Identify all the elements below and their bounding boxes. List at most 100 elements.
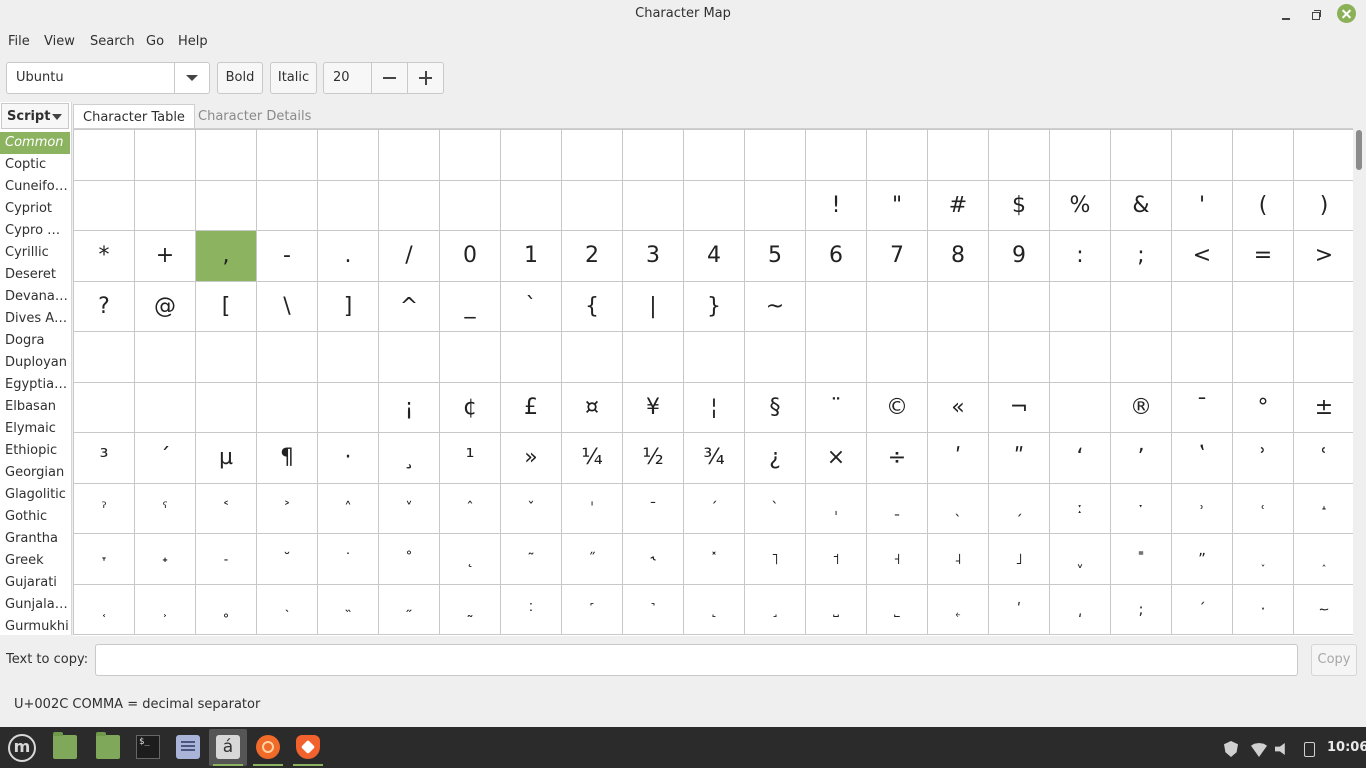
character-cell[interactable]: ˴	[257, 584, 318, 635]
terminal-button[interactable]	[129, 729, 167, 766]
character-cell[interactable]: *	[74, 231, 135, 282]
character-cell[interactable]: ˁ	[135, 483, 196, 534]
character-cell[interactable]: ¿	[745, 433, 806, 484]
character-cell[interactable]: ʽ	[1172, 433, 1233, 484]
character-cell[interactable]: $	[989, 180, 1050, 231]
character-cell[interactable]: ˕	[74, 534, 135, 585]
character-cell[interactable]	[440, 332, 501, 383]
character-cell[interactable]	[74, 332, 135, 383]
script-item[interactable]: Cypro …	[0, 220, 70, 242]
character-cell[interactable]: ˀ	[74, 483, 135, 534]
character-cell[interactable]	[867, 281, 928, 332]
character-cell[interactable]: µ	[196, 433, 257, 484]
character-cell[interactable]	[806, 130, 867, 181]
character-cell[interactable]: 5	[745, 231, 806, 282]
character-cell[interactable]: ˎ	[928, 483, 989, 534]
character-cell[interactable]	[501, 180, 562, 231]
character-cell[interactable]	[318, 130, 379, 181]
character-cell[interactable]: »	[501, 433, 562, 484]
character-cell[interactable]	[1294, 282, 1353, 332]
character-cell[interactable]: ½	[623, 433, 684, 484]
character-cell[interactable]	[135, 382, 196, 433]
character-cell[interactable]: ˥	[745, 534, 806, 585]
character-cell[interactable]	[1172, 332, 1233, 383]
character-cell[interactable]	[623, 332, 684, 383]
copy-button[interactable]: Copy	[1311, 644, 1357, 676]
character-cell[interactable]: )	[1294, 181, 1353, 231]
character-cell[interactable]	[257, 332, 318, 383]
character-cell[interactable]: 2	[562, 231, 623, 282]
script-item[interactable]: Cyrillic	[0, 242, 70, 264]
character-cell[interactable]	[562, 332, 623, 383]
character-cell[interactable]	[196, 180, 257, 231]
script-item[interactable]: Egyptia…	[0, 374, 70, 396]
script-item[interactable]: Ethiopic	[0, 440, 70, 462]
character-cell[interactable]: §	[745, 382, 806, 433]
character-cell[interactable]: <	[1172, 231, 1233, 282]
character-cell[interactable]	[74, 382, 135, 433]
character-cell[interactable]: ¤	[562, 382, 623, 433]
character-cell[interactable]	[257, 382, 318, 433]
character-cell[interactable]: ]	[318, 281, 379, 332]
character-cell[interactable]	[318, 332, 379, 383]
character-cell[interactable]: ^	[379, 281, 440, 332]
character-cell[interactable]	[989, 281, 1050, 332]
script-item[interactable]: Dogra	[0, 330, 70, 352]
character-cell[interactable]: ˆ	[440, 483, 501, 534]
character-cell[interactable]	[1233, 130, 1294, 181]
character-cell[interactable]: {	[562, 281, 623, 332]
character-cell[interactable]	[501, 130, 562, 181]
script-item[interactable]: Dives A…	[0, 308, 70, 330]
character-cell[interactable]: %	[1050, 180, 1111, 231]
character-cell[interactable]: ˈ	[562, 483, 623, 534]
text-to-copy-input[interactable]	[95, 644, 1298, 676]
script-item[interactable]: Gurmukhi	[0, 616, 70, 635]
character-cell[interactable]: [	[196, 281, 257, 332]
character-cell[interactable]: ³	[74, 433, 135, 484]
character-cell[interactable]: >	[1294, 231, 1353, 282]
script-item[interactable]: Gothic	[0, 506, 70, 528]
script-item[interactable]: Cuneifo…	[0, 176, 70, 198]
volume-icon[interactable]	[1275, 741, 1291, 757]
character-cell[interactable]	[1050, 281, 1111, 332]
character-cell[interactable]: ˳	[196, 584, 257, 635]
character-cell[interactable]	[135, 180, 196, 231]
character-cell[interactable]: ¶	[257, 433, 318, 484]
character-cell[interactable]: ˗	[196, 534, 257, 585]
character-cell[interactable]: ˂	[196, 483, 257, 534]
character-cell[interactable]: ˊ	[684, 483, 745, 534]
character-cell[interactable]: ʻ	[1050, 433, 1111, 484]
character-cell[interactable]	[257, 180, 318, 231]
character-cell[interactable]: ˭	[1111, 534, 1172, 585]
character-cell[interactable]: 8	[928, 231, 989, 282]
character-cell[interactable]: #	[928, 180, 989, 231]
character-cell[interactable]: ˼	[745, 584, 806, 635]
character-cell[interactable]: ˧	[867, 534, 928, 585]
character-cell[interactable]: ·	[318, 433, 379, 484]
character-cell[interactable]: ΄	[1172, 584, 1233, 635]
character-cell[interactable]: 6	[806, 231, 867, 282]
character-cell[interactable]	[1050, 130, 1111, 181]
character-cell[interactable]: ˯	[1233, 534, 1294, 585]
character-cell[interactable]: ʹ	[989, 584, 1050, 635]
character-cell[interactable]	[1050, 382, 1111, 433]
character-cell[interactable]: ?	[74, 281, 135, 332]
menu-search[interactable]: Search	[90, 34, 135, 49]
vertical-scrollbar[interactable]	[1355, 128, 1363, 635]
character-cell[interactable]: ˜	[501, 534, 562, 585]
menu-view[interactable]: View	[44, 34, 75, 49]
menu-button[interactable]	[2, 729, 40, 766]
character-cell[interactable]: £	[501, 382, 562, 433]
character-cell[interactable]	[684, 332, 745, 383]
script-item[interactable]: Common	[0, 132, 70, 154]
character-cell[interactable]: ¥	[623, 382, 684, 433]
character-cell[interactable]: ˶	[379, 584, 440, 635]
character-cell[interactable]: ˖	[135, 534, 196, 585]
character-cell[interactable]: ː	[1050, 483, 1111, 534]
character-cell[interactable]: 9	[989, 231, 1050, 282]
character-cell[interactable]: ˟	[684, 534, 745, 585]
character-cell[interactable]: ¦	[684, 382, 745, 433]
character-cell[interactable]: ʾ	[1233, 433, 1294, 484]
character-cell[interactable]: @	[135, 281, 196, 332]
character-cell[interactable]: ˛	[440, 534, 501, 585]
